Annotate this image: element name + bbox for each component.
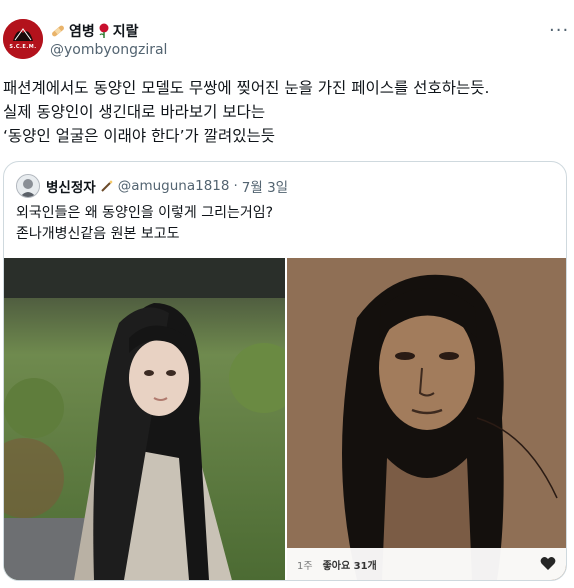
tweet-text: 패션계에서도 동양인 모델도 무쌍에 찢어진 눈을 가진 페이스를 선호하는듯.… [3,79,490,145]
author-display-name-suffix: 지랄 [112,24,139,40]
quoted-avatar[interactable] [16,174,40,198]
quoted-display-name[interactable]: 병신정자 [46,176,96,196]
image-footer: 1주 좋아요 31개 [287,548,566,580]
author-avatar[interactable]: S.C.E.M. [3,19,43,59]
quoted-date[interactable]: 7월 3일 [242,176,288,196]
quoted-avatar-image [17,175,39,197]
wand-icon [100,180,113,192]
quoted-text: 외국인들은 왜 동양인을 이렇게 그리는거임? 존나개병신같음 원본 보고도 [16,205,274,242]
avatar-logo-icon [3,19,43,59]
image-likes[interactable]: 좋아요 31개 [323,557,377,572]
quoted-tweet[interactable]: 병신정자 @amuguna1818 · 7월 3일 외국인들은 왜 동양인을 이… [3,161,567,581]
author-display-name: 염병 [69,24,95,40]
drawing-image[interactable] [287,258,566,580]
author-handle[interactable]: @yombyongziral [50,42,167,58]
quoted-header: 병신정자 @amuguna1818 · 7월 3일 [16,174,288,198]
photo-image[interactable] [4,258,285,580]
more-dots-icon[interactable]: ··· [549,22,569,40]
rose-icon [99,23,109,38]
quoted-handle[interactable]: @amuguna1818 [118,178,230,194]
author-name[interactable]: 염병 지랄 [50,21,139,41]
bandage-icon [52,25,64,37]
heart-icon[interactable] [540,556,556,574]
drawing-illustration [287,258,566,580]
quoted-separator: · [233,178,238,194]
photo-illustration [4,258,285,580]
image-age: 1주 [297,560,313,572]
avatar-logo-text: S.C.E.M. [9,44,37,50]
